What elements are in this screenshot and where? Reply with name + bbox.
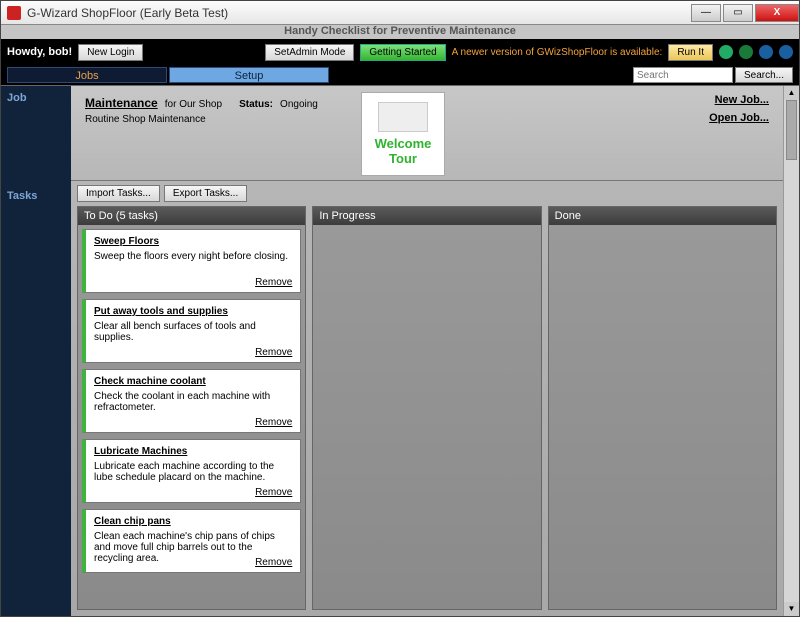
refresh-icon[interactable] (739, 45, 753, 59)
welcome-line2: Tour (389, 151, 417, 166)
run-it-button[interactable]: Run It (668, 44, 713, 61)
window-title: G-Wizard ShopFloor (Early Beta Test) (27, 6, 689, 20)
background-heading: Handy Checklist for Preventive Maintenan… (1, 25, 799, 39)
task-remove-link[interactable]: Remove (255, 417, 292, 428)
main-column: Maintenance for Our Shop Status: Ongoing… (71, 86, 783, 616)
task-title[interactable]: Put away tools and supplies (94, 306, 292, 317)
job-status-label: Status: (239, 99, 273, 110)
task-card[interactable]: Put away tools and supplies Clear all ben… (82, 299, 301, 363)
sidebar-tasks-label: Tasks (1, 184, 71, 208)
search-input[interactable] (633, 67, 733, 83)
scroll-thumb[interactable] (786, 100, 797, 160)
job-for: for Our Shop (165, 99, 222, 110)
column-todo-header: To Do (5 tasks) (78, 207, 305, 225)
task-title[interactable]: Sweep Floors (94, 236, 292, 247)
kanban-board: To Do (5 tasks) Sweep Floors Sweep the fl… (71, 206, 783, 616)
task-desc: Clear all bench surfaces of tools and su… (94, 321, 292, 343)
column-done: Done (548, 206, 777, 610)
set-admin-button[interactable]: SetAdmin Mode (265, 44, 354, 61)
new-job-link[interactable]: New Job... (709, 94, 769, 106)
task-remove-link[interactable]: Remove (255, 347, 292, 358)
tab-jobs[interactable]: Jobs (7, 67, 167, 83)
job-panel: Maintenance for Our Shop Status: Ongoing… (71, 86, 783, 181)
export-tasks-button[interactable]: Export Tasks... (164, 185, 247, 202)
task-title[interactable]: Check machine coolant (94, 376, 292, 387)
tab-setup[interactable]: Setup (169, 67, 329, 83)
task-remove-link[interactable]: Remove (255, 557, 292, 568)
column-todo-body: Sweep Floors Sweep the floors every night… (78, 225, 305, 609)
desk-icon (378, 102, 428, 132)
task-desc: Sweep the floors every night before clos… (94, 251, 292, 262)
topbar: Howdy, bob! New Login SetAdmin Mode Gett… (1, 39, 799, 65)
task-desc: Check the coolant in each machine with r… (94, 391, 292, 413)
column-inprogress-header: In Progress (313, 207, 540, 225)
task-desc: Lubricate each machine according to the … (94, 461, 292, 483)
status-icon-green[interactable] (719, 45, 733, 59)
welcome-tour-tile[interactable]: Welcome Tour (361, 92, 445, 176)
task-remove-link[interactable]: Remove (255, 487, 292, 498)
settings-icon[interactable] (779, 45, 793, 59)
sidebar-job-label: Job (1, 86, 71, 110)
vertical-scrollbar[interactable]: ▲ ▼ (783, 86, 799, 616)
column-done-header: Done (549, 207, 776, 225)
app-icon (7, 6, 21, 20)
help-icon[interactable] (759, 45, 773, 59)
app-window: G-Wizard ShopFloor (Early Beta Test) — ▭… (0, 0, 800, 617)
task-card[interactable]: Sweep Floors Sweep the floors every night… (82, 229, 301, 293)
job-status-value: Ongoing (280, 99, 318, 110)
welcome-line1: Welcome (375, 136, 432, 151)
sidebar: Job Tasks (1, 86, 71, 616)
job-name[interactable]: Maintenance (85, 96, 158, 110)
greeting-text: Howdy, bob! (7, 46, 72, 58)
task-title[interactable]: Clean chip pans (94, 516, 292, 527)
scroll-up-arrow[interactable]: ▲ (784, 86, 799, 100)
search-button[interactable]: Search... (735, 67, 793, 83)
column-done-body (549, 225, 776, 609)
close-button[interactable]: X (755, 4, 799, 22)
maximize-button[interactable]: ▭ (723, 4, 753, 22)
open-job-link[interactable]: Open Job... (709, 112, 769, 124)
task-card[interactable]: Check machine coolant Check the coolant i… (82, 369, 301, 433)
task-card[interactable]: Lubricate Machines Lubricate each machine… (82, 439, 301, 503)
column-todo: To Do (5 tasks) Sweep Floors Sweep the fl… (77, 206, 306, 610)
task-card[interactable]: Clean chip pansClean each machine's chip… (82, 509, 301, 573)
task-remove-link[interactable]: Remove (255, 277, 292, 288)
task-title[interactable]: Lubricate Machines (94, 446, 292, 457)
version-message: A newer version of GWizShopFloor is avai… (452, 47, 663, 58)
titlebar[interactable]: G-Wizard ShopFloor (Early Beta Test) — ▭… (1, 1, 799, 25)
column-inprogress: In Progress (312, 206, 541, 610)
minimize-button[interactable]: — (691, 4, 721, 22)
getting-started-button[interactable]: Getting Started (360, 44, 445, 61)
task-buttons-row: Import Tasks... Export Tasks... (71, 181, 783, 206)
column-inprogress-body (313, 225, 540, 609)
new-login-button[interactable]: New Login (78, 44, 143, 61)
scroll-down-arrow[interactable]: ▼ (784, 602, 799, 616)
import-tasks-button[interactable]: Import Tasks... (77, 185, 160, 202)
nav-row: Jobs Setup Search... (1, 65, 799, 85)
content-area: Job Tasks Maintenance for Our Shop Statu… (1, 85, 799, 616)
